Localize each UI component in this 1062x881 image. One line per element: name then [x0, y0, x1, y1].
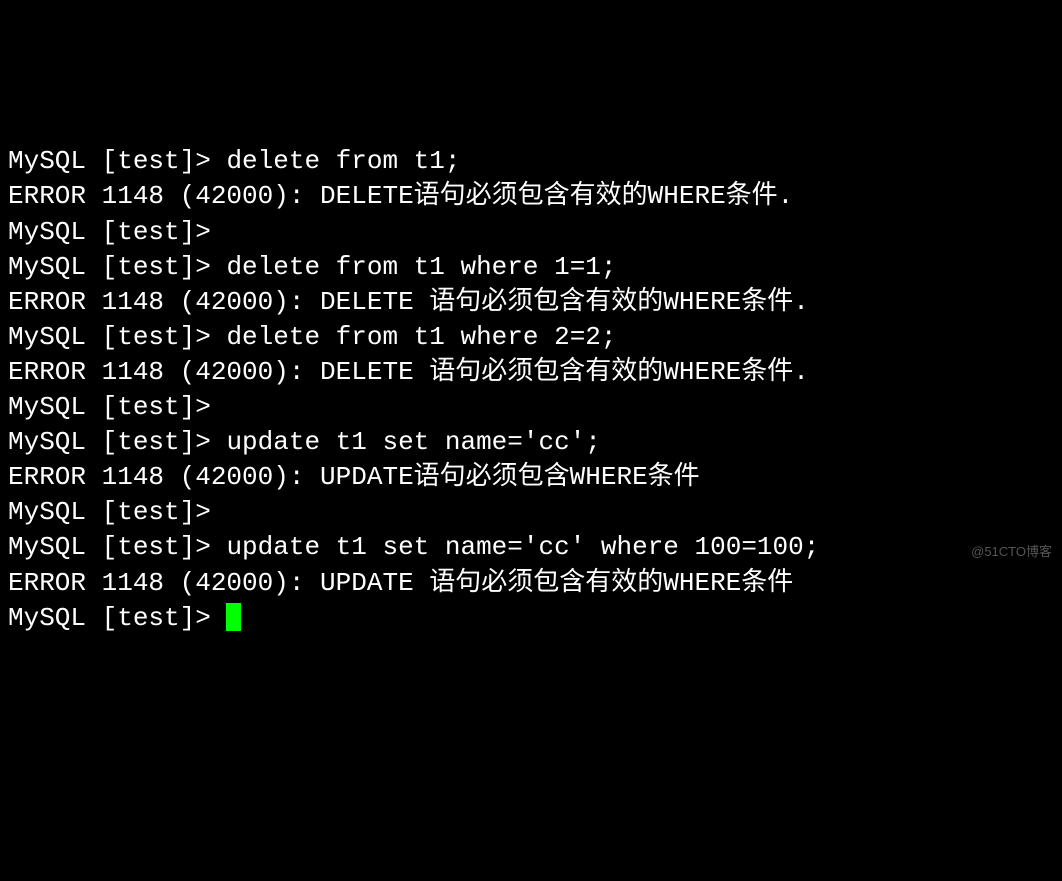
output-text: ERROR 1148 (42000): UPDATE 语句必须包含有效的WHER… — [8, 568, 793, 598]
terminal-line: ERROR 1148 (42000): DELETE语句必须包含有效的WHERE… — [8, 179, 1054, 214]
terminal-line: MySQL [test]> delete from t1 where 1=1; — [8, 250, 1054, 285]
terminal-line: ERROR 1148 (42000): DELETE 语句必须包含有效的WHER… — [8, 355, 1054, 390]
command: update t1 set name='cc' where 100=100; — [226, 532, 819, 562]
terminal-line: MySQL [test]> update t1 set name='cc' wh… — [8, 530, 1054, 565]
terminal-line: MySQL [test]> update t1 set name='cc'; — [8, 425, 1054, 460]
watermark: @51CTO博客 — [971, 543, 1052, 561]
terminal-line: MySQL [test]> — [8, 601, 1054, 636]
prompt: MySQL [test]> — [8, 217, 226, 247]
terminal-line: MySQL [test]> — [8, 495, 1054, 530]
terminal-line: ERROR 1148 (42000): UPDATE语句必须包含WHERE条件 — [8, 460, 1054, 495]
output-text: ERROR 1148 (42000): DELETE 语句必须包含有效的WHER… — [8, 357, 809, 387]
output-text: ERROR 1148 (42000): DELETE 语句必须包含有效的WHER… — [8, 287, 809, 317]
terminal-line: ERROR 1148 (42000): UPDATE 语句必须包含有效的WHER… — [8, 566, 1054, 601]
output-text: ERROR 1148 (42000): UPDATE语句必须包含WHERE条件 — [8, 462, 700, 492]
prompt: MySQL [test]> — [8, 497, 226, 527]
terminal-line: ERROR 1148 (42000): DELETE 语句必须包含有效的WHER… — [8, 285, 1054, 320]
prompt: MySQL [test]> — [8, 392, 226, 422]
terminal-line: MySQL [test]> delete from t1 where 2=2; — [8, 320, 1054, 355]
prompt: MySQL [test]> — [8, 146, 226, 176]
terminal-output[interactable]: MySQL [test]> delete from t1;ERROR 1148 … — [8, 144, 1054, 635]
output-text: ERROR 1148 (42000): DELETE语句必须包含有效的WHERE… — [8, 181, 793, 211]
prompt: MySQL [test]> — [8, 322, 226, 352]
prompt: MySQL [test]> — [8, 532, 226, 562]
command: delete from t1 where 2=2; — [226, 322, 616, 352]
terminal-line: MySQL [test]> — [8, 215, 1054, 250]
terminal-line: MySQL [test]> delete from t1; — [8, 144, 1054, 179]
command: delete from t1; — [226, 146, 460, 176]
terminal-line: MySQL [test]> — [8, 390, 1054, 425]
cursor-icon — [226, 603, 241, 631]
command: delete from t1 where 1=1; — [226, 252, 616, 282]
prompt: MySQL [test]> — [8, 427, 226, 457]
command: update t1 set name='cc'; — [226, 427, 600, 457]
prompt: MySQL [test]> — [8, 252, 226, 282]
prompt: MySQL [test]> — [8, 603, 226, 633]
